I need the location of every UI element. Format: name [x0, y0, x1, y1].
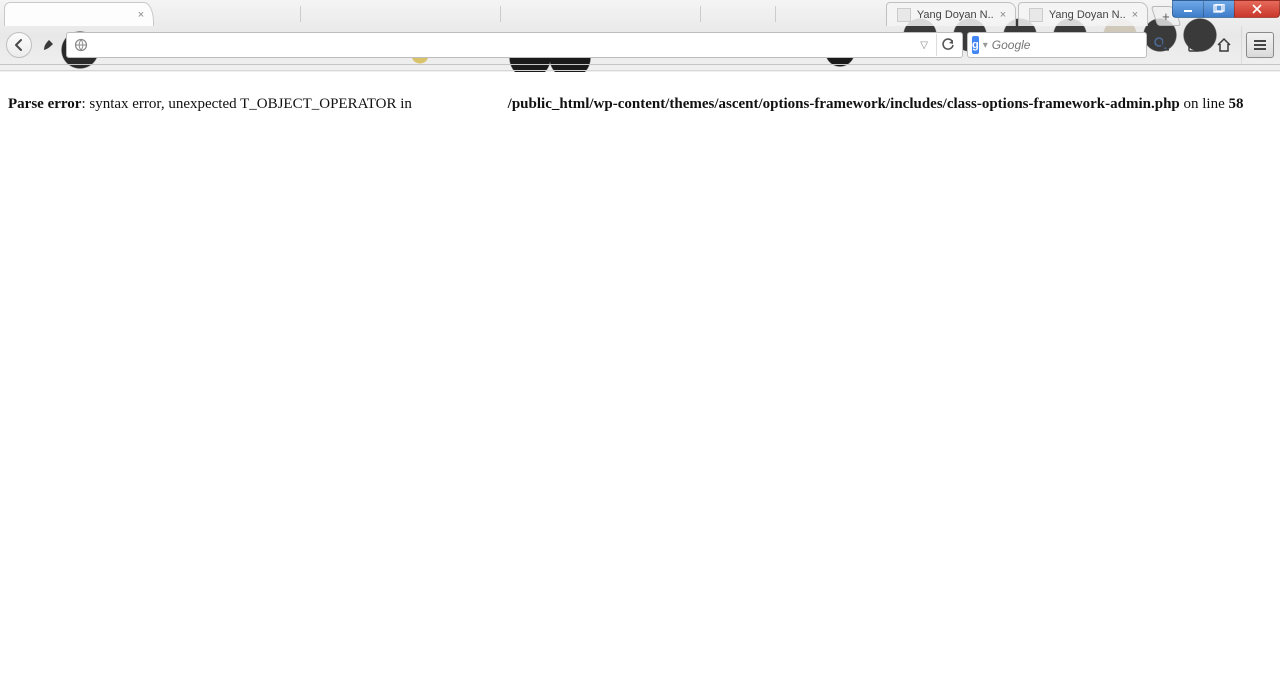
tab-title: Yang Doyan N.. [1049, 9, 1125, 21]
tab-title: Yang Doyan N.. [917, 9, 993, 21]
php-error-line: Parse error: syntax error, unexpected T_… [8, 94, 1272, 114]
clipboard-icon [1186, 37, 1202, 53]
tab-separator [700, 6, 701, 22]
readinglist-button[interactable] [1181, 32, 1207, 58]
search-input[interactable] [992, 38, 1149, 52]
reload-button[interactable] [936, 34, 958, 56]
downloads-button[interactable] [1151, 32, 1177, 58]
tab-strip: × Yang Doyan N.. × Yang Doyan N.. × + [0, 0, 1280, 26]
error-line-number: 58 [1229, 96, 1244, 112]
tab-separator [775, 6, 776, 22]
hamburger-icon [1253, 39, 1267, 51]
arrow-left-icon [12, 38, 26, 52]
urlbar-dropdown-icon[interactable]: ▽ [916, 40, 932, 51]
error-message: syntax error, unexpected T_OBJECT_OPERAT… [89, 96, 415, 112]
back-button[interactable] [6, 32, 32, 58]
site-identity-icon[interactable] [71, 35, 91, 55]
page-content: Parse error: syntax error, unexpected T_… [0, 72, 1280, 682]
toolbar-bottom-border [0, 64, 1280, 65]
toolbar-bottom-border [0, 70, 1280, 71]
hamburger-menu-button[interactable] [1246, 32, 1274, 58]
pinned-addon-icon[interactable] [36, 32, 62, 58]
close-tab-icon[interactable]: × [135, 9, 147, 21]
chevron-down-icon[interactable]: ▾ [983, 40, 988, 51]
plus-icon: + [1162, 9, 1170, 24]
tab-background[interactable]: Yang Doyan N.. × [886, 2, 1016, 26]
url-input[interactable] [95, 38, 912, 52]
tab-separator [500, 6, 501, 22]
window-minimize-button[interactable] [1172, 0, 1204, 18]
home-button[interactable] [1211, 32, 1237, 58]
close-tab-icon[interactable]: × [1129, 9, 1141, 21]
toolbar-separator [1241, 26, 1242, 64]
favicon-icon [897, 8, 911, 22]
home-icon [1216, 37, 1232, 53]
url-bar[interactable]: ▽ [66, 32, 963, 58]
tab-separator [300, 6, 301, 22]
navigation-toolbar: ▽ g ▾ [0, 26, 1280, 64]
search-engine-icon[interactable]: g [972, 36, 979, 54]
window-close-button[interactable] [1234, 0, 1280, 18]
close-tab-icon[interactable]: × [997, 9, 1009, 21]
search-bar[interactable]: g ▾ [967, 32, 1147, 58]
window-maximize-button[interactable] [1203, 0, 1235, 18]
error-label: Parse error [8, 96, 81, 112]
favicon-icon [1029, 8, 1043, 22]
reload-icon [941, 38, 955, 52]
error-file-path: /public_html/wp-content/themes/ascent/op… [508, 96, 1180, 112]
tab-active[interactable]: × [4, 2, 154, 26]
window-caption-buttons [1173, 0, 1280, 18]
download-icon [1156, 37, 1172, 53]
tab-background[interactable]: Yang Doyan N.. × [1018, 2, 1148, 26]
